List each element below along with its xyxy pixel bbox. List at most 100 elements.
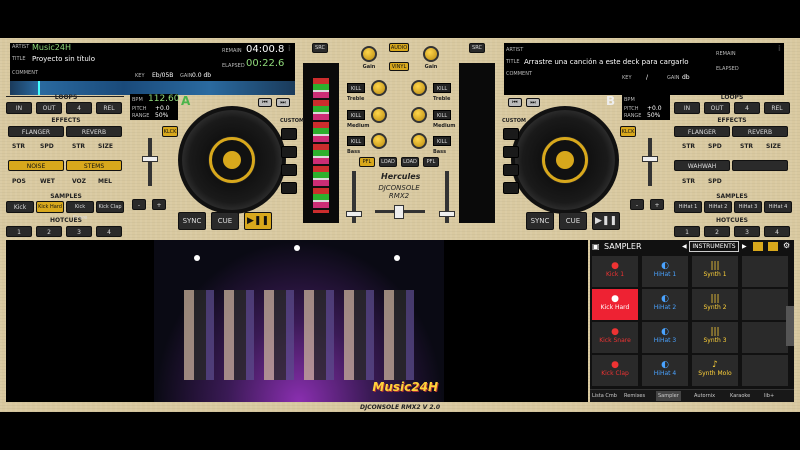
loop-rel-a-button[interactable]: REL	[96, 102, 122, 114]
sample-kick-hard-a-button[interactable]: Kick Hard	[36, 201, 64, 213]
sampler-scrollbar[interactable]	[786, 306, 794, 346]
fx-reverb-b-button[interactable]: REVERB	[732, 126, 788, 137]
tab-automix[interactable]: Autornix	[694, 393, 715, 399]
sampler-pad[interactable]: ● Kick Hard	[592, 289, 638, 320]
rec-button[interactable]	[753, 242, 763, 251]
hotcue-1-b-button[interactable]: 1	[674, 226, 700, 237]
volume-fader-a[interactable]	[346, 211, 362, 217]
settings-gear-icon[interactable]: ⚙	[783, 241, 790, 250]
bass-kill-b-button[interactable]: KILL	[433, 136, 451, 146]
deck-b-next-button[interactable]: ⏭	[526, 98, 540, 107]
medium-knob-a[interactable]	[371, 107, 387, 123]
bass-knob-b[interactable]	[411, 133, 427, 149]
deck-b-sync-button[interactable]: SYNC	[526, 212, 554, 230]
loop-in-b-button[interactable]: IN	[674, 102, 700, 114]
hotcue-2-a-button[interactable]: 2	[36, 226, 62, 237]
fx-flanger-b-button[interactable]: FLANGER	[674, 126, 730, 137]
deck-a-sync-button[interactable]: SYNC	[178, 212, 206, 230]
deck-b-info-icon[interactable]: i	[778, 44, 781, 53]
hotcue-4-b-button[interactable]: 4	[764, 226, 790, 237]
hotcue-3-b-button[interactable]: 3	[734, 226, 760, 237]
deck-a-prev-button[interactable]: ⏮	[258, 98, 272, 107]
fx-noise-a-button[interactable]: NOISE	[8, 160, 64, 171]
load-b-button[interactable]: LOAD	[401, 157, 419, 167]
deck-a-src-button[interactable]: SRC	[312, 43, 328, 53]
loop-rel-b-button[interactable]: REL	[764, 102, 790, 114]
treble-knob-a[interactable]	[371, 80, 387, 96]
pitch-plus-a-button[interactable]: +	[152, 199, 166, 210]
sampler-pad[interactable]: ◐ HiHat 1	[642, 256, 688, 287]
deck-a-gain-knob[interactable]	[361, 46, 377, 62]
treble-kill-b-button[interactable]: KILL	[433, 83, 451, 93]
sample-hihat2-b-button[interactable]: HiHat 2	[704, 201, 732, 213]
sampler-pad[interactable]: ◐ HiHat 3	[642, 322, 688, 353]
deck-a-info-icon[interactable]: i	[288, 44, 291, 53]
audio-button[interactable]: AUDIO	[389, 43, 409, 52]
deck-b-src-button[interactable]: SRC	[469, 43, 485, 53]
treble-knob-b[interactable]	[411, 80, 427, 96]
sample-kick-snare-a-button[interactable]: Kick Snare	[66, 201, 94, 221]
crossfader[interactable]	[394, 205, 404, 219]
sampler-pad[interactable]	[742, 256, 788, 287]
deck-b-klck-button[interactable]: KLCK	[620, 126, 636, 137]
volume-fader-b[interactable]	[439, 211, 455, 217]
jog-wheel-b[interactable]	[511, 106, 619, 214]
fx-flanger-a-button[interactable]: FLANGER	[8, 126, 64, 137]
custom-a-2-button[interactable]	[281, 146, 297, 158]
loop-out-a-button[interactable]: OUT	[36, 102, 62, 114]
custom-b-4-button[interactable]	[503, 182, 519, 194]
sampler-pad[interactable]: ♪ Synth Molo	[692, 355, 738, 386]
medium-kill-a-button[interactable]: KILL	[347, 110, 365, 120]
custom-a-4-button[interactable]	[281, 182, 297, 194]
tab-karaoke[interactable]: Karaoke	[730, 393, 750, 399]
deck-b-play-pause-button[interactable]: ▶❚❚	[592, 212, 620, 230]
load-a-button[interactable]: LOAD	[379, 157, 397, 167]
deck-a-cue-button[interactable]: CUE	[211, 212, 239, 230]
pitch-minus-b-button[interactable]: -	[630, 199, 644, 210]
loop-out-b-button[interactable]: OUT	[704, 102, 730, 114]
sampler-pad[interactable]: ● Kick Snare	[592, 322, 638, 353]
fx-reverb-a-button[interactable]: REVERB	[66, 126, 122, 137]
sampler-pad[interactable]	[742, 355, 788, 386]
deck-a-klck-button[interactable]: KLCK	[162, 126, 178, 137]
sampler-pad[interactable]: ◐ HiHat 4	[642, 355, 688, 386]
bass-kill-a-button[interactable]: KILL	[347, 136, 365, 146]
sampler-pad[interactable]: ||| Synth 1	[692, 256, 738, 287]
loop-size-b-button[interactable]: 4	[734, 102, 760, 114]
treble-kill-a-button[interactable]: KILL	[347, 83, 365, 93]
hotcue-4-a-button[interactable]: 4	[96, 226, 122, 237]
sampler-pad[interactable]: ◐ HiHat 2	[642, 289, 688, 320]
custom-a-3-button[interactable]	[281, 164, 297, 176]
deck-b-cue-button[interactable]: CUE	[559, 212, 587, 230]
sample-kick-a-button[interactable]: Kick	[6, 201, 34, 213]
sampler-bank-select[interactable]: INSTRUMENTS	[689, 241, 739, 252]
sample-hihat3-b-button[interactable]: HiHat 3	[734, 201, 762, 213]
deck-b-gain-knob[interactable]	[423, 46, 439, 62]
fx-empty-b-button[interactable]	[732, 160, 788, 171]
sample-hihat4-b-button[interactable]: HiHat 4	[764, 201, 792, 213]
tab-remixes[interactable]: Remixes	[624, 393, 645, 399]
deck-b-prev-button[interactable]: ⏮	[508, 98, 522, 107]
sample-hihat1-b-button[interactable]: HiHat 1	[674, 201, 702, 213]
pitch-fader-a[interactable]	[142, 156, 158, 162]
bank-next-icon[interactable]: ▶	[742, 243, 747, 250]
hotcue-3-a-button[interactable]: 3	[66, 226, 92, 237]
sampler-pad[interactable]: ● Kick 1	[592, 256, 638, 287]
loop-in-a-button[interactable]: IN	[6, 102, 32, 114]
hotcue-2-b-button[interactable]: 2	[704, 226, 730, 237]
pfl-a-button[interactable]: PFL	[359, 157, 375, 167]
sampler-pad[interactable]: ||| Synth 3	[692, 322, 738, 353]
sampler-pad[interactable]	[742, 289, 788, 320]
custom-a-1-button[interactable]	[281, 128, 297, 140]
pitch-minus-a-button[interactable]: -	[132, 199, 146, 210]
fx-wahwah-b-button[interactable]: WAHWAH	[674, 160, 730, 171]
pitch-plus-b-button[interactable]: +	[650, 199, 664, 210]
custom-b-2-button[interactable]	[503, 146, 519, 158]
folder-button[interactable]	[768, 242, 778, 251]
custom-b-1-button[interactable]	[503, 128, 519, 140]
medium-knob-b[interactable]	[411, 107, 427, 123]
bank-prev-icon[interactable]: ◀	[682, 243, 687, 250]
deck-a-waveform[interactable]	[10, 81, 295, 95]
custom-b-3-button[interactable]	[503, 164, 519, 176]
sampler-pad[interactable]: ||| Synth 2	[692, 289, 738, 320]
